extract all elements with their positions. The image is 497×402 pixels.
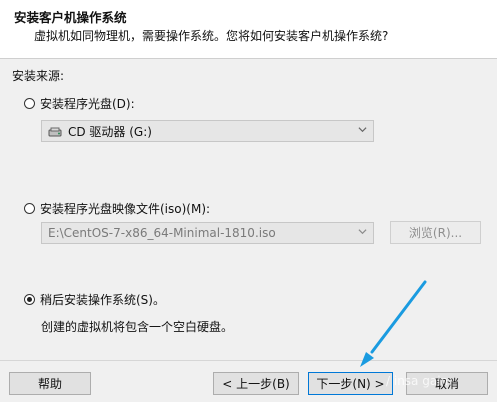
wizard-header: 安装客户机操作系统 虚拟机如同物理机，需要操作系统。您将如何安装客户机操作系统? — [0, 0, 497, 59]
main-panel: 安装来源: 安装程序光盘(D): CD 驱动器 (G:) 安装程序光盘映像文件(… — [0, 59, 497, 360]
help-button[interactable]: 帮助 — [9, 372, 91, 395]
iso-path-value: E:\CentOS-7-x86_64-Minimal-1810.iso — [48, 226, 276, 240]
drive-select[interactable]: CD 驱动器 (G:) — [41, 120, 374, 142]
radio-label: 安装程序光盘映像文件(iso)(M): — [40, 202, 211, 216]
cd-drive-icon — [48, 126, 62, 137]
page-subtitle: 虚拟机如同物理机，需要操作系统。您将如何安装客户机操作系统? — [34, 29, 389, 43]
radio-label: 稍后安装操作系统(S)。 — [40, 293, 165, 307]
radio-install-later[interactable]: 稍后安装操作系统(S)。 — [24, 291, 165, 308]
install-source-label: 安装来源: — [12, 69, 65, 83]
radio-button[interactable] — [24, 203, 35, 214]
radio-button[interactable] — [24, 294, 35, 305]
chevron-down-icon — [358, 229, 367, 235]
back-button[interactable]: < 上一步(B) — [213, 372, 299, 395]
drive-select-value: CD 驱动器 (G:) — [68, 124, 152, 139]
install-later-description: 创建的虚拟机将包含一个空白硬盘。 — [41, 320, 234, 334]
next-button[interactable]: 下一步(N) > — [308, 372, 393, 395]
radio-install-disc[interactable]: 安装程序光盘(D): — [24, 95, 135, 112]
page-title: 安装客户机操作系统 — [14, 10, 127, 25]
radio-button[interactable] — [24, 98, 35, 109]
cancel-button[interactable]: 取消 — [406, 372, 488, 395]
chevron-down-icon — [358, 127, 367, 133]
iso-path-select[interactable]: E:\CentOS-7-x86_64-Minimal-1810.iso — [41, 222, 374, 244]
radio-install-iso[interactable]: 安装程序光盘映像文件(iso)(M): — [24, 200, 210, 217]
radio-label: 安装程序光盘(D): — [40, 97, 135, 111]
wizard-footer: 帮助 < 上一步(B) 下一步(N) > 取消 — [0, 360, 497, 402]
browse-button[interactable]: 浏览(R)... — [390, 221, 481, 244]
